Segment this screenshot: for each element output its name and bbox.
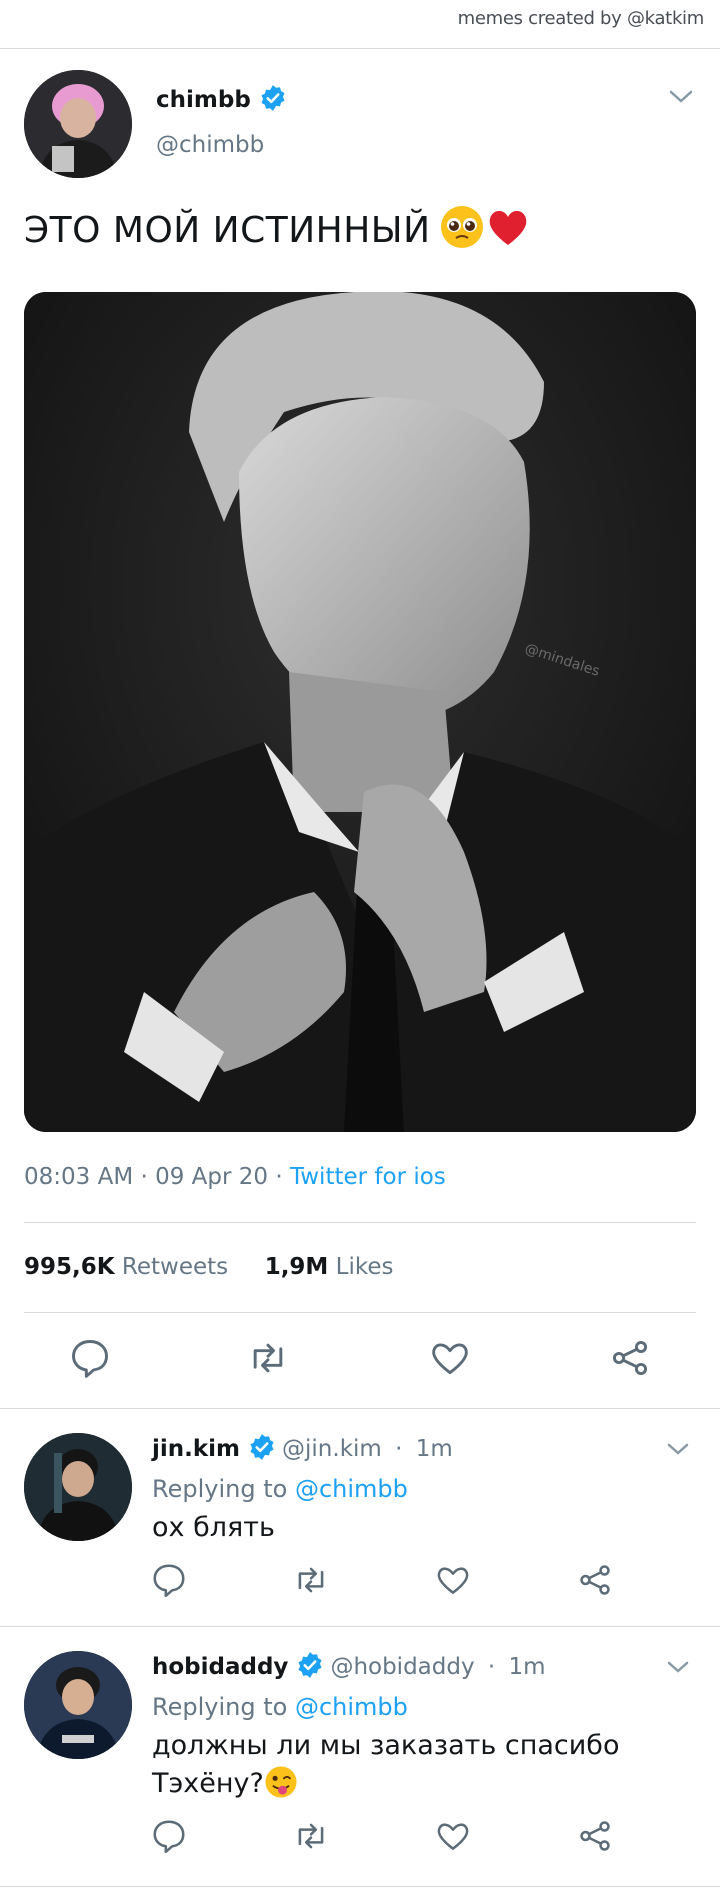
tweet-text: ЭТО МОЙ ИСТИННЫЙ [24,204,531,259]
reply-tweet[interactable]: hobidaddy @hobidaddy · 1m Replying to @ch… [0,1627,720,1887]
tweet-meta: 08:03 AM · 09 Apr 20 · Twitter for ios [24,1164,446,1190]
reply-age: 1m [508,1654,546,1680]
pleading-face-emoji [440,206,483,248]
tweet-time: 08:03 AM [24,1164,134,1190]
credit-text: memes created by @katkim [457,8,705,29]
reply-actions [0,1817,720,1867]
likes-stat[interactable]: 1,9M Likes [265,1254,394,1280]
reply-icon[interactable] [150,1561,188,1599]
reply-icon[interactable] [68,1336,112,1380]
tweet-actions [0,1336,720,1386]
share-icon[interactable] [576,1817,614,1855]
tweet-date: 09 Apr 20 [155,1164,269,1190]
mention-link[interactable]: @chimbb [295,1475,408,1503]
reply-author[interactable]: jin.kim @jin.kim · 1m [152,1433,453,1462]
winking-tongue-emoji [265,1766,297,1798]
reply-text: должны ли мы заказать спасибо Тэхёну? [152,1730,620,1799]
retweet-icon[interactable] [292,1817,330,1855]
reply-text: ох блять [152,1512,275,1543]
tweet-image[interactable]: @mindales [24,292,696,1132]
reply-tweet[interactable]: jin.kim @jin.kim · 1m Replying to @chimbb… [0,1409,720,1625]
retweets-stat[interactable]: 995,6K Retweets [24,1254,228,1280]
reply-icon[interactable] [150,1817,188,1855]
share-icon[interactable] [608,1336,652,1380]
tweet-stats: 995,6K Retweets 1,9M Likes [24,1254,393,1280]
author-name[interactable]: chimbb [156,84,287,113]
divider [0,1886,720,1887]
reply-age: 1m [415,1436,453,1462]
chevron-down-icon[interactable] [666,1659,690,1675]
emoji-group [439,204,531,259]
avatar[interactable] [24,70,132,178]
like-icon[interactable] [434,1561,472,1599]
like-icon[interactable] [434,1817,472,1855]
chevron-down-icon[interactable] [668,88,694,106]
mention-link[interactable]: @chimbb [295,1693,408,1721]
reply-author[interactable]: hobidaddy @hobidaddy · 1m [152,1651,546,1680]
verified-badge-icon [250,1434,274,1460]
divider [0,48,720,49]
tweet-header: chimbb @chimbb [24,70,704,180]
verified-badge-icon [298,1652,322,1678]
divider [24,1312,696,1313]
retweet-icon[interactable] [246,1336,290,1380]
like-icon[interactable] [428,1336,472,1380]
divider [24,1222,696,1223]
avatar[interactable] [24,1651,132,1759]
tweet-source-link[interactable]: Twitter for ios [290,1164,446,1190]
replying-to: Replying to @chimbb [152,1475,408,1503]
red-heart-emoji [489,210,526,245]
reply-actions [0,1561,720,1611]
author-handle[interactable]: @chimbb [156,132,264,158]
avatar[interactable] [24,1433,132,1541]
retweet-icon[interactable] [292,1561,330,1599]
verified-badge-icon [261,85,285,111]
replying-to: Replying to @chimbb [152,1693,408,1721]
share-icon[interactable] [576,1561,614,1599]
chevron-down-icon[interactable] [666,1441,690,1457]
